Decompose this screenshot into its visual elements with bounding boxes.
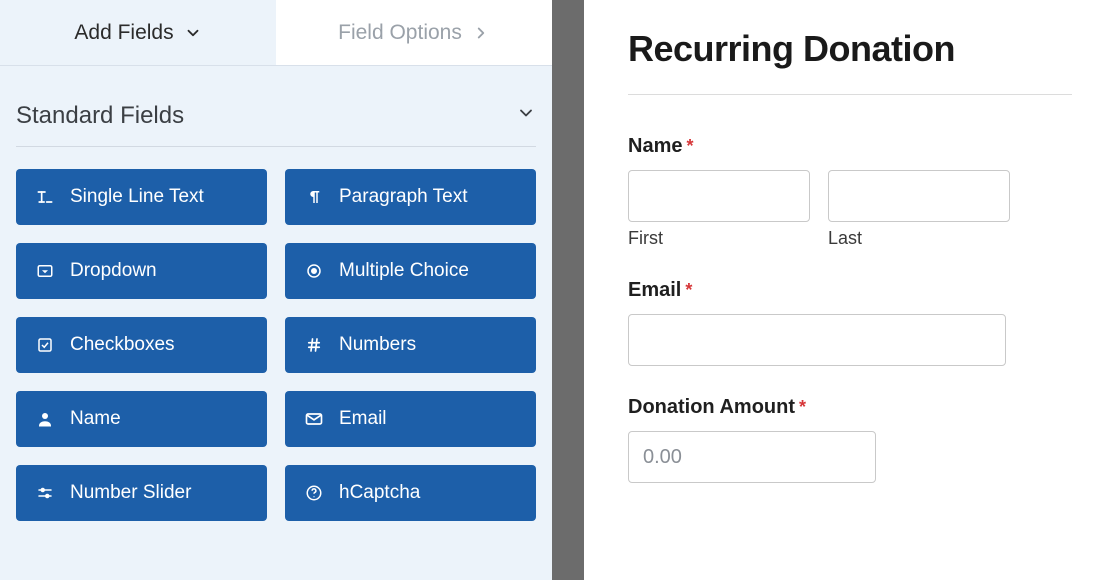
field-email[interactable]: Email xyxy=(285,391,536,447)
field-label: Single Line Text xyxy=(70,186,204,208)
label-row: Donation Amount * xyxy=(628,396,1072,419)
field-name[interactable]: Name xyxy=(16,391,267,447)
required-mark: * xyxy=(799,397,806,418)
email-input[interactable] xyxy=(628,314,1006,366)
form-preview: Recurring Donation Name * First Last xyxy=(584,0,1116,580)
section-title: Standard Fields xyxy=(16,102,184,130)
field-group-email: Email * xyxy=(628,279,1072,366)
question-circle-icon xyxy=(303,482,325,504)
first-sublabel: First xyxy=(628,228,810,249)
field-label: Email xyxy=(339,408,387,430)
first-name-col: First xyxy=(628,170,810,249)
tab-field-options[interactable]: Field Options xyxy=(276,0,552,65)
paragraph-icon xyxy=(303,186,325,208)
sliders-icon xyxy=(34,482,56,504)
field-single-line-text[interactable]: Single Line Text xyxy=(16,169,267,225)
donation-label: Donation Amount xyxy=(628,396,795,419)
chevron-right-icon xyxy=(472,24,490,42)
tab-label: Add Fields xyxy=(74,21,173,45)
dropdown-icon xyxy=(34,260,56,282)
label-row: Name * xyxy=(628,135,1072,158)
panel-gutter xyxy=(552,0,584,580)
field-number-slider[interactable]: Number Slider xyxy=(16,465,267,521)
envelope-icon xyxy=(303,408,325,430)
user-icon xyxy=(34,408,56,430)
tab-label: Field Options xyxy=(338,21,462,45)
field-paragraph-text[interactable]: Paragraph Text xyxy=(285,169,536,225)
field-grid: Single Line Text Paragraph Text Dropdown… xyxy=(0,147,552,521)
last-name-col: Last xyxy=(828,170,1010,249)
tabs: Add Fields Field Options xyxy=(0,0,552,66)
required-mark: * xyxy=(685,280,692,301)
hash-icon xyxy=(303,334,325,356)
email-label: Email xyxy=(628,279,681,302)
app-root: Add Fields Field Options Standard Fields xyxy=(0,0,1116,580)
last-sublabel: Last xyxy=(828,228,1010,249)
field-group-donation: Donation Amount * xyxy=(628,396,1072,483)
section-header-standard-fields[interactable]: Standard Fields xyxy=(0,66,552,146)
form-title: Recurring Donation xyxy=(628,28,1072,70)
field-multiple-choice[interactable]: Multiple Choice xyxy=(285,243,536,299)
radio-icon xyxy=(303,260,325,282)
chevron-down-icon xyxy=(184,24,202,42)
checkbox-icon xyxy=(34,334,56,356)
last-name-input[interactable] xyxy=(828,170,1010,222)
name-row: First Last xyxy=(628,170,1072,249)
name-label: Name xyxy=(628,135,682,158)
first-name-input[interactable] xyxy=(628,170,810,222)
field-label: hCaptcha xyxy=(339,482,420,504)
field-group-name: Name * First Last xyxy=(628,135,1072,249)
field-dropdown[interactable]: Dropdown xyxy=(16,243,267,299)
donation-amount-input[interactable] xyxy=(628,431,876,483)
field-label: Dropdown xyxy=(70,260,157,282)
field-label: Multiple Choice xyxy=(339,260,469,282)
text-cursor-icon xyxy=(34,186,56,208)
field-label: Name xyxy=(70,408,121,430)
label-row: Email * xyxy=(628,279,1072,302)
field-label: Number Slider xyxy=(70,482,191,504)
field-numbers[interactable]: Numbers xyxy=(285,317,536,373)
chevron-down-icon xyxy=(516,102,536,130)
field-label: Numbers xyxy=(339,334,416,356)
field-label: Paragraph Text xyxy=(339,186,468,208)
field-checkboxes[interactable]: Checkboxes xyxy=(16,317,267,373)
required-mark: * xyxy=(686,136,693,157)
field-hcaptcha[interactable]: hCaptcha xyxy=(285,465,536,521)
left-panel: Add Fields Field Options Standard Fields xyxy=(0,0,552,580)
field-label: Checkboxes xyxy=(70,334,175,356)
tab-add-fields[interactable]: Add Fields xyxy=(0,0,276,65)
form-body: Name * First Last Email * xyxy=(628,95,1072,483)
